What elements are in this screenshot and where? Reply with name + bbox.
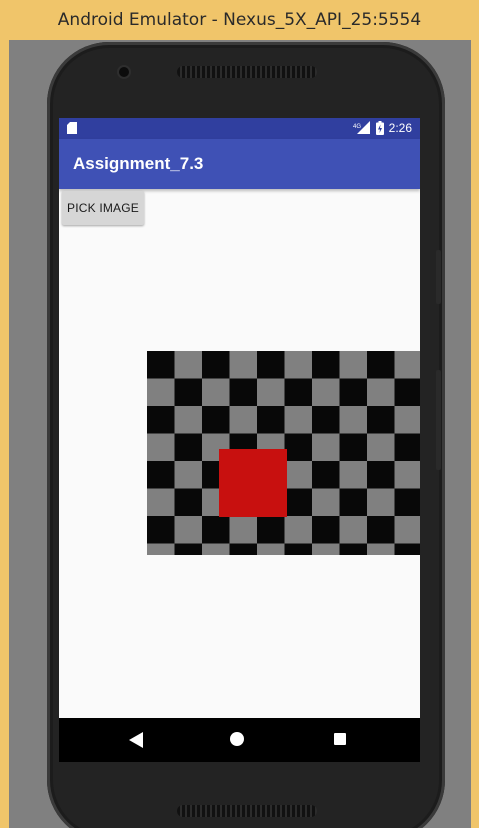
bottom-speaker-grille [177, 805, 317, 817]
home-icon[interactable] [230, 732, 244, 746]
red-square [219, 449, 287, 517]
emulator-window: Android Emulator - Nexus_5X_API_25:5554 … [0, 0, 479, 828]
emulator-area: 4G 2:26 Assignment_7.3 PICK IMAGE [9, 40, 471, 828]
window-title-bar: Android Emulator - Nexus_5X_API_25:5554 [0, 0, 479, 39]
pick-image-button[interactable]: PICK IMAGE [62, 191, 144, 225]
status-bar: 4G 2:26 [59, 118, 420, 139]
device-screen: 4G 2:26 Assignment_7.3 PICK IMAGE [59, 118, 420, 762]
recents-icon[interactable] [334, 733, 346, 745]
app-toolbar: Assignment_7.3 [59, 139, 420, 189]
window-title: Android Emulator - Nexus_5X_API_25:5554 [57, 9, 422, 30]
front-camera [119, 67, 129, 77]
status-time: 2:26 [388, 121, 412, 135]
top-speaker-grille [177, 66, 317, 78]
back-icon[interactable] [129, 732, 143, 748]
volume-button[interactable] [436, 370, 441, 470]
sd-card-icon [67, 122, 77, 134]
picked-image-view [147, 351, 420, 555]
power-button[interactable] [436, 250, 441, 304]
network-type: 4G [353, 124, 361, 130]
signal-icon: 4G [353, 121, 370, 134]
app-title: Assignment_7.3 [73, 154, 204, 173]
battery-icon [375, 121, 384, 135]
navigation-bar [59, 718, 420, 762]
